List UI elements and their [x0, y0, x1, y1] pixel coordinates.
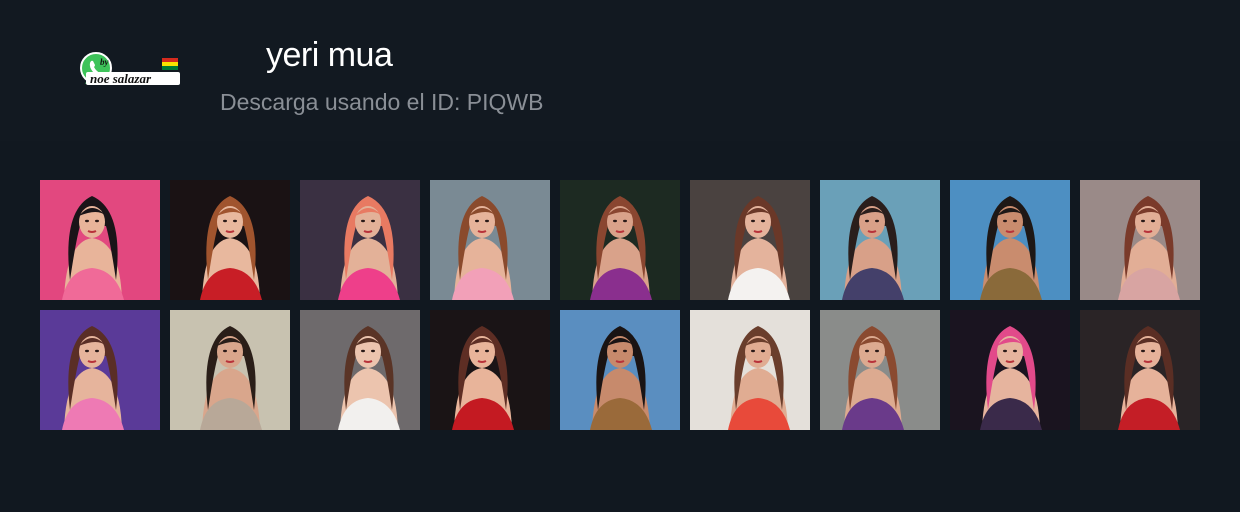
- sticker-thumbnail[interactable]: [950, 310, 1070, 430]
- sticker-thumbnail[interactable]: [820, 310, 940, 430]
- sticker-thumbnail[interactable]: [560, 310, 680, 430]
- logo-text: noe salazar: [90, 71, 152, 86]
- sticker-thumbnail[interactable]: [1080, 180, 1200, 300]
- sticker-thumbnail[interactable]: [300, 180, 420, 300]
- sticker-grid: [40, 180, 1200, 430]
- sticker-thumbnail[interactable]: [820, 180, 940, 300]
- brand-logo: by noe salazar: [80, 52, 184, 88]
- sticker-thumbnail[interactable]: [300, 310, 420, 430]
- sticker-thumbnail[interactable]: [170, 180, 290, 300]
- sticker-thumbnail[interactable]: [690, 180, 810, 300]
- sticker-thumbnail[interactable]: [40, 310, 160, 430]
- bolivia-flag-icon: [162, 58, 178, 70]
- sticker-thumbnail[interactable]: [950, 180, 1070, 300]
- sticker-thumbnail[interactable]: [170, 310, 290, 430]
- sticker-pack-header: by noe salazar yeri mua Descarga usando …: [0, 0, 1240, 141]
- logo-by-text: by: [100, 57, 110, 67]
- sticker-thumbnail[interactable]: [1080, 310, 1200, 430]
- pack-download-id: Descarga usando el ID: PIQWB: [220, 89, 544, 115]
- pack-title: yeri mua: [266, 36, 393, 74]
- sticker-thumbnail[interactable]: [430, 310, 550, 430]
- sticker-thumbnail[interactable]: [690, 310, 810, 430]
- sticker-thumbnail[interactable]: [430, 180, 550, 300]
- sticker-thumbnail[interactable]: [40, 180, 160, 300]
- sticker-thumbnail[interactable]: [560, 180, 680, 300]
